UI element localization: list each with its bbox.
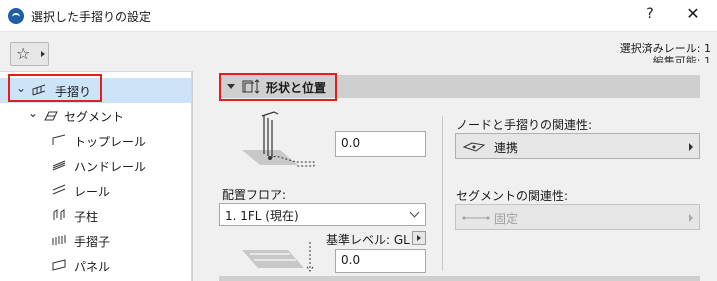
panel-icon: [52, 259, 66, 271]
node-association-label: ノードと手摺りの関連性:: [456, 118, 593, 132]
settings-tree: ⌄ 手摺り ⌄ セグメント トップレール ハンドレール レール 子柱 手摺子 パ…: [0, 71, 192, 281]
star-icon: ☆: [16, 44, 31, 63]
next-section-header[interactable]: [219, 276, 700, 281]
app-icon: [8, 8, 24, 24]
segment-icon: [44, 111, 58, 121]
tree-item-label: トップレール: [74, 135, 147, 149]
tree-item-handrail[interactable]: ハンドレール: [0, 153, 191, 178]
close-button[interactable]: ✕: [685, 4, 701, 23]
railing-offset-illustration: [242, 111, 315, 167]
top-rail-icon: [52, 134, 66, 145]
tree-item-label: 手摺子: [74, 235, 111, 249]
tree-item-label: レール: [74, 185, 111, 199]
highlight-box: [219, 73, 337, 101]
tree-item-label: ハンドレール: [74, 160, 147, 174]
window-title: 選択した手摺りの設定: [31, 10, 152, 24]
tree-item-label: パネル: [74, 260, 111, 274]
offset-input[interactable]: 0.0: [335, 131, 426, 157]
node-association-value: 連携: [494, 141, 519, 155]
reference-level-arrow-button[interactable]: [412, 231, 426, 245]
level-offset-input[interactable]: 0.0: [335, 249, 426, 273]
post-icon: [53, 209, 65, 220]
level-illustration: [242, 242, 314, 272]
floor-value: 1. 1FL (現在): [225, 209, 299, 223]
chevron-right-icon: [689, 143, 693, 151]
chevron-down-icon: [409, 207, 420, 218]
tree-item-baluster[interactable]: 手摺子: [0, 228, 191, 253]
help-button[interactable]: ?: [643, 6, 657, 22]
tree-item-post[interactable]: 子柱: [0, 203, 191, 228]
scrollbar[interactable]: [704, 71, 717, 281]
editable-count: 編集可能: 1: [652, 55, 711, 63]
favorites-button[interactable]: ☆: [10, 42, 49, 66]
chevron-down-icon[interactable]: ⌄: [28, 106, 38, 120]
divider: [192, 71, 193, 281]
floor-select[interactable]: 1. 1FL (現在): [219, 203, 426, 226]
tree-item-segment[interactable]: ⌄ セグメント: [0, 103, 191, 128]
chevron-right-icon: [689, 214, 693, 222]
segment-association-label: セグメントの関連性:: [456, 189, 569, 203]
floor-label: 配置フロア:: [222, 188, 287, 202]
tree-item-panel[interactable]: パネル: [0, 253, 191, 278]
tree-item-rail[interactable]: レール: [0, 178, 191, 203]
segment-association-value: 固定: [494, 212, 519, 226]
chevron-right-icon: [41, 51, 45, 57]
handrail-icon: [52, 160, 66, 171]
fixed-segment-icon: [462, 216, 490, 220]
vertical-divider: [442, 116, 443, 271]
reference-level-label: 基準レベル: GL: [326, 233, 410, 247]
tree-item-label: セグメント: [64, 110, 125, 124]
segment-association-dropdown: 固定: [455, 204, 700, 230]
highlight-box: [8, 74, 102, 102]
tree-item-label: 子柱: [74, 210, 99, 224]
title-bar: 選択した手摺りの設定 ? ✕: [0, 0, 717, 32]
selection-info: 選択済みレール: 1 編集可能: 1: [620, 42, 711, 63]
node-association-dropdown[interactable]: 連携: [455, 133, 700, 159]
selected-count: 選択済みレール: 1: [619, 42, 711, 55]
rail-icon: [52, 184, 66, 195]
baluster-icon: [52, 235, 66, 245]
link-node-icon: [462, 142, 486, 152]
tree-item-top-rail[interactable]: トップレール: [0, 128, 191, 153]
